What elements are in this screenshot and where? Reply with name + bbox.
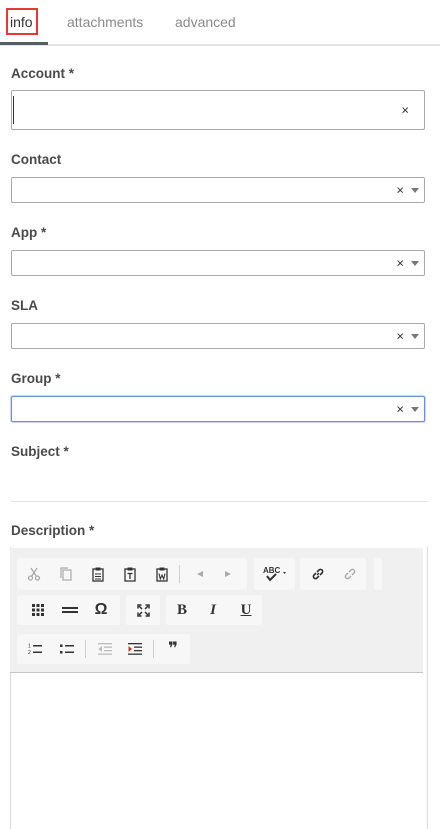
svg-text:ABC: ABC [263,566,281,575]
svg-text:1: 1 [28,644,31,650]
description-label: Description * [11,523,95,538]
contact-select[interactable]: × [11,177,425,203]
app-select[interactable]: × [11,250,425,276]
subject-input[interactable] [11,466,425,500]
app-label: App * [11,225,47,240]
text-cursor [13,96,14,124]
underline-button[interactable]: U [235,599,257,621]
toolbar-separator [179,565,180,583]
contact-label: Contact [11,152,62,167]
tab-attachments[interactable]: attachments [67,12,143,32]
indent-icon[interactable] [124,638,146,660]
group-label: Group * [11,371,61,386]
active-tab-indicator [0,42,48,45]
toolbar-separator [153,640,154,658]
chevron-down-icon[interactable] [411,334,419,339]
subject-underline [11,501,427,502]
paste-icon[interactable] [87,563,109,585]
spellcheck-group: ABC [254,558,295,590]
tab-advanced[interactable]: advanced [175,12,236,32]
basic-styles-group: B I U [166,595,262,625]
account-label: Account * [11,66,75,81]
link-group [300,558,366,590]
sla-label: SLA [11,298,38,313]
paragraph-group: 12 ❞ [17,634,190,664]
clipboard-group [17,558,247,590]
insert-group: Ω [17,595,120,625]
undo-icon[interactable] [189,563,211,585]
chevron-down-icon[interactable] [411,407,419,412]
redo-icon[interactable] [217,563,239,585]
tab-highlight-box [6,8,38,35]
bold-button[interactable]: B [171,599,193,621]
italic-button[interactable]: I [202,599,224,621]
bulleted-list-icon[interactable] [56,638,78,660]
outdent-icon[interactable] [94,638,116,660]
editor-content-area[interactable] [11,673,425,829]
sla-clear-icon[interactable]: × [396,330,404,343]
ticket-form: info attachments advanced Account * × Co… [0,0,443,829]
toolbar-separator [85,640,86,658]
special-char-icon[interactable]: Ω [90,599,112,621]
account-clear-icon[interactable]: × [401,104,409,117]
numbered-list-icon[interactable]: 12 [24,638,46,660]
copy-icon[interactable] [55,563,77,585]
svg-text:2: 2 [28,650,31,655]
blockquote-icon[interactable]: ❞ [162,638,184,660]
cut-icon[interactable] [23,563,45,585]
paste-text-icon[interactable] [119,563,141,585]
contact-clear-icon[interactable]: × [396,184,404,197]
tab-bar: info attachments advanced [0,0,440,46]
unlink-icon[interactable] [339,563,361,585]
paste-word-icon[interactable] [151,563,173,585]
table-icon[interactable] [27,599,49,621]
group-select[interactable]: × [11,396,425,422]
app-clear-icon[interactable]: × [396,257,404,270]
maximize-icon[interactable] [132,599,154,621]
chevron-down-icon[interactable] [411,188,419,193]
account-select[interactable]: × [11,90,425,130]
sla-select[interactable]: × [11,323,425,349]
group-clear-icon[interactable]: × [396,403,404,416]
maximize-group [126,595,160,625]
subject-label: Subject * [11,444,69,459]
toolbar-spacer [374,558,382,590]
spellcheck-icon[interactable]: ABC [260,563,290,585]
chevron-down-icon[interactable] [411,261,419,266]
link-icon[interactable] [307,563,329,585]
horizontal-rule-icon[interactable] [59,599,81,621]
